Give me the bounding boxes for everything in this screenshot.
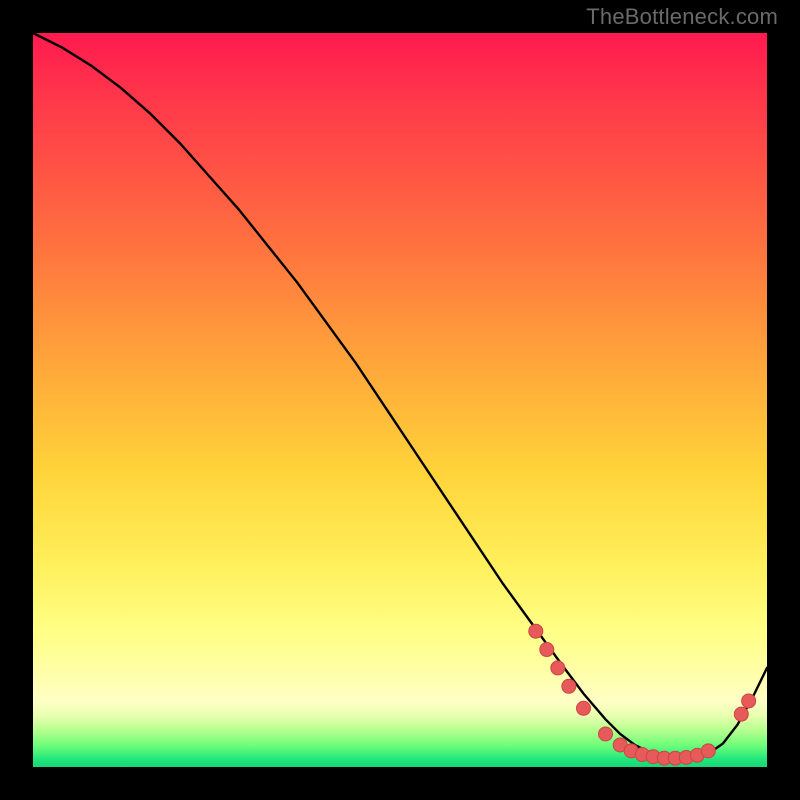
curve-marker bbox=[734, 707, 748, 721]
chart-frame: TheBottleneck.com bbox=[0, 0, 800, 800]
curve-marker bbox=[529, 624, 543, 638]
curve-marker bbox=[577, 701, 591, 715]
plot-area bbox=[33, 33, 767, 767]
curve-marker bbox=[551, 661, 565, 675]
curve-marker bbox=[742, 694, 756, 708]
curve-marker bbox=[701, 744, 715, 758]
curve-marker bbox=[540, 643, 554, 657]
curve-marker bbox=[562, 679, 576, 693]
curve-path bbox=[33, 33, 767, 758]
watermark-text: TheBottleneck.com bbox=[586, 4, 778, 30]
curve-marker bbox=[599, 727, 613, 741]
curve-svg bbox=[33, 33, 767, 767]
